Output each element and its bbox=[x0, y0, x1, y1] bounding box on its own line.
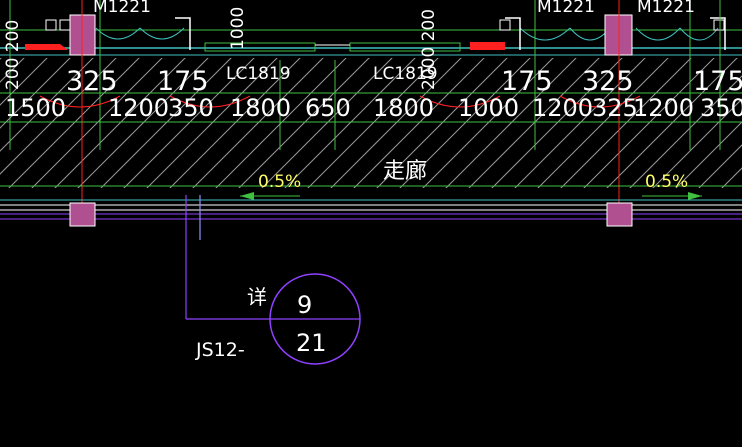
detail-number: 9 bbox=[297, 291, 312, 319]
column-bottom-right bbox=[606, 202, 633, 227]
svg-text:175: 175 bbox=[501, 66, 553, 97]
door-label-2: M1221 bbox=[537, 0, 595, 17]
svg-text:1500: 1500 bbox=[5, 94, 66, 122]
detail-sheet: 21 bbox=[296, 329, 327, 357]
dim-row-main: 1500 1200 350 1800 650 1800 1000 1200 32… bbox=[5, 94, 742, 122]
cad-drawing-canvas: M1221 M1221 M1221 LC1819 LC1819 200 200 … bbox=[0, 0, 742, 365]
svg-text:1200: 1200 bbox=[108, 94, 169, 122]
svg-text:325: 325 bbox=[592, 94, 638, 122]
svg-text:350: 350 bbox=[700, 94, 742, 122]
corridor-label: 走廊 bbox=[383, 159, 427, 184]
top-wall bbox=[0, 14, 742, 56]
vertical-dim-2: 1000 bbox=[228, 7, 248, 50]
svg-text:175: 175 bbox=[157, 66, 209, 97]
svg-text:0.5%: 0.5% bbox=[258, 172, 301, 192]
vertical-dim-1: 200 200 bbox=[3, 20, 23, 90]
svg-text:1200: 1200 bbox=[532, 94, 593, 122]
svg-text:1800: 1800 bbox=[373, 94, 434, 122]
svg-text:650: 650 bbox=[305, 94, 351, 122]
door-label-1: M1221 bbox=[93, 0, 151, 17]
column-bottom-left bbox=[69, 202, 96, 227]
svg-text:175: 175 bbox=[693, 66, 742, 97]
svg-text:325: 325 bbox=[582, 66, 634, 97]
detail-prefix: 详 bbox=[247, 285, 267, 309]
svg-text:1200: 1200 bbox=[633, 94, 694, 122]
window-label-1: LC1819 bbox=[226, 64, 291, 84]
svg-text:325: 325 bbox=[66, 66, 118, 97]
door-label-3: M1221 bbox=[637, 0, 695, 17]
svg-text:350: 350 bbox=[168, 94, 214, 122]
drawing-reference: JS12- bbox=[195, 339, 245, 361]
svg-text:1000: 1000 bbox=[458, 94, 519, 122]
svg-text:0.5%: 0.5% bbox=[645, 172, 688, 192]
svg-text:1800: 1800 bbox=[230, 94, 291, 122]
vertical-dim-3: 2000 200 bbox=[419, 9, 439, 90]
